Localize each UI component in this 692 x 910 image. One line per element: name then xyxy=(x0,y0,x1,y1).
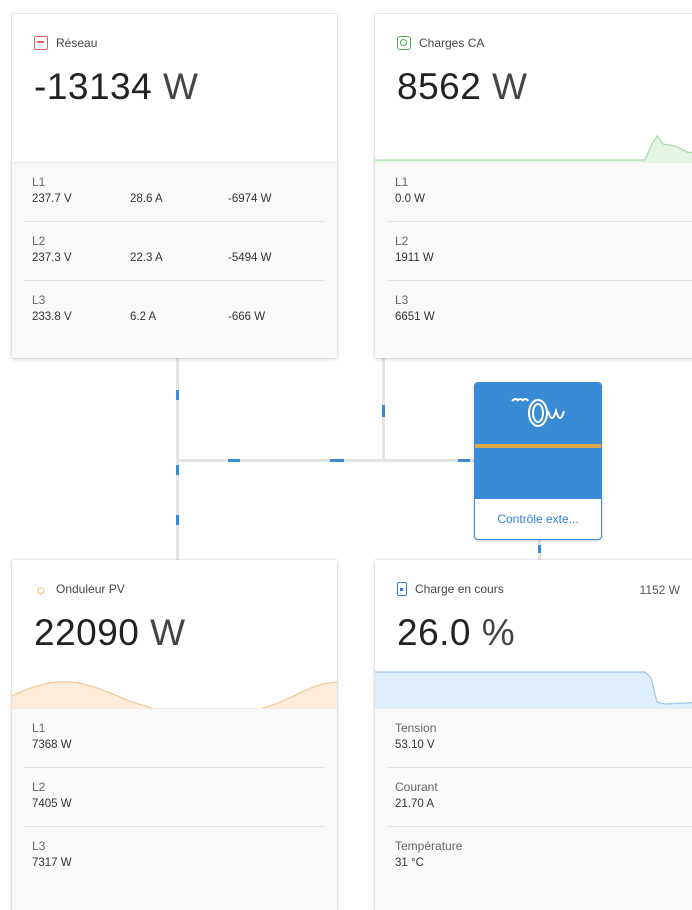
phase-label: L2 xyxy=(32,780,46,794)
phase-label: L1 xyxy=(32,175,46,189)
list-item: L2 237.3 V 22.3 A -5494 W xyxy=(24,222,325,281)
list-item: Courant 21.70 A xyxy=(387,768,692,827)
connector-bus-horizontal xyxy=(176,459,476,462)
flow-dot xyxy=(228,459,240,462)
battery-tile-title: Charge en cours xyxy=(397,582,504,596)
battery-state-label: Charge en cours xyxy=(415,582,504,596)
grid-power-value: -13134 W xyxy=(34,66,198,108)
phase-label: L1 xyxy=(395,175,409,189)
victron-logo-icon xyxy=(511,398,565,427)
phase-label: L3 xyxy=(32,293,46,307)
flow-dot xyxy=(176,465,179,475)
phase-voltage: 233.8 V xyxy=(32,311,72,323)
list-item: L2 1911 W xyxy=(387,222,692,281)
phase-power: -666 W xyxy=(228,311,266,323)
flow-dot xyxy=(382,405,385,417)
list-item: L3 6651 W xyxy=(387,281,692,339)
phase-label: L3 xyxy=(395,293,409,307)
battery-soc-number: 26.0 xyxy=(397,612,472,653)
pv-power-number: 22090 xyxy=(34,612,140,653)
grid-power-number: -13134 xyxy=(34,66,153,107)
phase-label: L2 xyxy=(32,234,46,248)
list-item: L2 7405 W xyxy=(24,768,325,827)
battery-power-value: 1152 W xyxy=(639,583,680,597)
list-item: Tension 53.10 V xyxy=(387,709,692,768)
ac-loads-power-number: 8562 xyxy=(397,66,482,107)
inverter-header xyxy=(475,383,601,499)
phase-current: 6.2 A xyxy=(130,311,157,323)
ac-loads-title-label: Charges CA xyxy=(419,36,485,50)
phase-label: L2 xyxy=(395,234,409,248)
ac-loads-graph xyxy=(375,134,692,162)
phase-power: 6651 W xyxy=(395,311,435,323)
phase-power: 0.0 W xyxy=(395,193,426,205)
detail-label: Tension xyxy=(395,721,437,735)
ac-loads-tile-title: Charges CA xyxy=(397,36,484,50)
list-item: L1 0.0 W xyxy=(387,163,692,222)
list-item: L1 7368 W xyxy=(24,709,325,768)
battery-icon xyxy=(397,582,407,596)
detail-label: Courant xyxy=(395,780,438,794)
detail-value: 53.10 V xyxy=(395,739,435,751)
phase-power: 7317 W xyxy=(32,857,72,869)
inverter-brand-band xyxy=(475,444,601,448)
phase-label: L1 xyxy=(32,721,46,735)
ac-loads-power-value: 8562 W xyxy=(397,66,528,108)
phase-current: 28.6 A xyxy=(130,193,163,205)
grid-tile-title: Réseau xyxy=(34,36,97,50)
battery-graph xyxy=(375,671,692,708)
flow-dot xyxy=(330,459,344,462)
phase-voltage: 237.7 V xyxy=(32,193,72,205)
flow-dot xyxy=(176,515,179,525)
grid-tile[interactable]: Réseau -13134 W L1 237.7 V 28.6 A -6974 W L2… xyxy=(12,14,337,358)
list-item: L1 237.7 V 28.6 A -6974 W xyxy=(24,163,325,222)
pv-power-value: 22090 W xyxy=(34,612,186,654)
battery-soc-unit: % xyxy=(481,612,516,653)
ac-loads-phase-list: L1 0.0 W L2 1911 W L3 6651 W xyxy=(375,162,692,358)
battery-soc-value: 26.0 % xyxy=(397,612,515,654)
list-item: L3 233.8 V 6.2 A -666 W xyxy=(24,281,325,339)
grid-phase-list: L1 237.7 V 28.6 A -6974 W L2 237.3 V 22.3 A -54… xyxy=(12,162,337,358)
pv-graph xyxy=(12,681,337,708)
flow-dot xyxy=(538,545,541,553)
list-item: L3 7317 W xyxy=(24,827,325,885)
inverter-card[interactable]: Contrôle exte... xyxy=(474,382,602,540)
pv-power-unit: W xyxy=(150,612,186,653)
battery-details-list: Tension 53.10 V Courant 21.70 A Température 3… xyxy=(375,708,692,910)
sun-icon: ☼ xyxy=(34,581,48,597)
flow-dot xyxy=(458,459,470,462)
flow-dot xyxy=(176,390,179,400)
phase-power: -6974 W xyxy=(228,193,272,205)
pv-phase-list: L1 7368 W L2 7405 W L3 7317 W xyxy=(12,708,337,910)
ac-loads-power-unit: W xyxy=(492,66,528,107)
phase-power: 7368 W xyxy=(32,739,72,751)
grid-title-label: Réseau xyxy=(56,36,98,50)
grid-power-unit: W xyxy=(163,66,199,107)
pv-inverter-tile[interactable]: ☼ Onduleur PV 22090 W L1 7368 W L2 7405 W L3… xyxy=(12,560,337,910)
battery-tile[interactable]: Charge en cours 1152 W 26.0 % Tension 53.… xyxy=(375,560,692,910)
grid-icon xyxy=(34,36,48,50)
ac-loads-tile[interactable]: Charges CA 8562 W L1 0.0 W L2 1911 W L3 6651 … xyxy=(375,14,692,358)
detail-value: 21.70 A xyxy=(395,798,435,810)
inverter-mode-label: Contrôle exte... xyxy=(497,512,579,526)
phase-power: -5494 W xyxy=(228,252,272,264)
ac-loads-icon xyxy=(397,36,411,50)
phase-current: 22.3 A xyxy=(130,252,163,264)
pv-title-label: Onduleur PV xyxy=(56,582,125,596)
phase-voltage: 237.3 V xyxy=(32,252,72,264)
detail-value: 31 °C xyxy=(395,857,424,869)
list-item: Température 31 °C xyxy=(387,827,692,885)
detail-label: Température xyxy=(395,839,463,853)
phase-power: 7405 W xyxy=(32,798,72,810)
phase-power: 1911 W xyxy=(395,252,434,264)
phase-label: L3 xyxy=(32,839,46,853)
pv-tile-title: ☼ Onduleur PV xyxy=(34,582,125,596)
